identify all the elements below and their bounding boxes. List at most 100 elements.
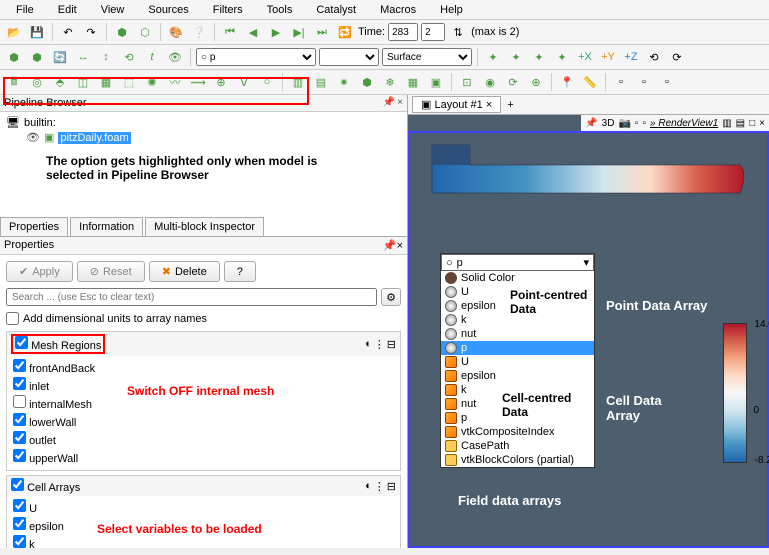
help-button[interactable]: ? <box>224 261 256 282</box>
close-view-icon[interactable]: × <box>759 118 765 129</box>
view-icon[interactable]: ❄ <box>380 72 400 92</box>
palette-icon[interactable]: 🎨 <box>166 22 186 42</box>
misc-icon[interactable]: ▫ <box>634 72 654 92</box>
slice-icon[interactable]: ◫ <box>73 72 93 92</box>
cam-icon[interactable]: ✦ <box>529 47 549 67</box>
region-checkbox[interactable] <box>13 359 26 372</box>
cam-icon[interactable]: ✦ <box>506 47 526 67</box>
color-legend[interactable]: 14.073 0 -8.201 p <box>723 323 747 463</box>
render-view[interactable]: ○ p▾ Solid Color U epsilon k nut p U eps… <box>408 131 769 548</box>
tb2-icon[interactable]: ⟲ <box>119 47 139 67</box>
group-icon[interactable]: ⊕ <box>211 72 231 92</box>
cam-icon[interactable]: ✦ <box>483 47 503 67</box>
ruler-icon[interactable]: 📏 <box>580 72 600 92</box>
loop-icon[interactable]: 🔁 <box>335 22 355 42</box>
connect-icon[interactable]: ⬢ <box>112 22 132 42</box>
menu-macros[interactable]: Macros <box>368 4 428 16</box>
color-array-combo[interactable]: ○ p <box>196 48 316 66</box>
open-icon[interactable]: 📂 <box>4 22 24 42</box>
help-icon[interactable]: ❔ <box>189 22 209 42</box>
glyph-icon[interactable]: ✺ <box>142 72 162 92</box>
extract-icon[interactable]: ⬚ <box>119 72 139 92</box>
color-array-dropdown[interactable]: ○ p▾ Solid Color U epsilon k nut p U eps… <box>440 253 595 468</box>
prev-frame-icon[interactable]: ◀ <box>243 22 263 42</box>
stream-icon[interactable]: 〰 <box>165 72 185 92</box>
sel-icon[interactable]: ⊡ <box>457 72 477 92</box>
region-checkbox[interactable] <box>13 449 26 462</box>
visibility-icon[interactable]: 👁 <box>165 47 185 67</box>
filter-icon[interactable]: ○ <box>257 72 277 92</box>
rot-icon[interactable]: ⟳ <box>667 47 687 67</box>
contour-icon[interactable]: ◎ <box>27 72 47 92</box>
tb2-icon[interactable]: ↕ <box>96 47 116 67</box>
sel-icon[interactable]: ⊕ <box>526 72 546 92</box>
close-icon[interactable]: × <box>397 240 403 252</box>
add-units-checkbox[interactable] <box>6 312 19 325</box>
view-icon[interactable]: ▦ <box>403 72 423 92</box>
add-layout-icon[interactable]: + <box>501 99 519 111</box>
pin-icon[interactable]: 📌 <box>585 118 597 129</box>
disconnect-icon[interactable]: ⬡ <box>135 22 155 42</box>
group-icon[interactable]: ◐ <box>365 338 372 351</box>
region-checkbox[interactable] <box>13 377 26 390</box>
tab-multiblock[interactable]: Multi-block Inspector <box>145 217 264 236</box>
time-spinner-icon[interactable]: ⇅ <box>448 22 468 42</box>
view-icon[interactable]: ▥ <box>288 72 308 92</box>
pin-icon[interactable]: 📌 <box>383 240 397 252</box>
render-icon[interactable]: ▫ <box>642 118 646 129</box>
group-icon[interactable]: ⋮ <box>374 480 385 493</box>
tb2-icon[interactable]: ⬢ <box>27 47 47 67</box>
redo-icon[interactable]: ↷ <box>81 22 101 42</box>
advanced-toggle-icon[interactable]: ⚙ <box>381 288 401 306</box>
render-icon[interactable]: ▫ <box>635 118 639 129</box>
tab-properties[interactable]: Properties <box>0 217 68 236</box>
view-icon[interactable]: ▤ <box>311 72 331 92</box>
view-icon[interactable]: ⬢ <box>357 72 377 92</box>
axis-z-icon[interactable]: +Z <box>621 47 641 67</box>
calc-icon[interactable]: 🖩 <box>4 72 24 92</box>
menu-filters[interactable]: Filters <box>201 4 255 16</box>
visibility-eye-icon[interactable] <box>26 131 40 144</box>
search-input[interactable] <box>6 288 377 306</box>
undo-icon[interactable]: ↶ <box>58 22 78 42</box>
play-icon[interactable]: ▶ <box>266 22 286 42</box>
delete-button[interactable]: ✖Delete <box>149 261 220 282</box>
group-icon[interactable]: ⋮ <box>374 338 385 351</box>
last-frame-icon[interactable]: ⏭ <box>312 22 332 42</box>
mesh-regions-master-checkbox[interactable] <box>15 336 28 349</box>
tb2-icon[interactable]: ↔ <box>73 47 93 67</box>
tb2-icon[interactable]: t <box>142 47 162 67</box>
menu-help[interactable]: Help <box>428 4 475 16</box>
menu-sources[interactable]: Sources <box>136 4 200 16</box>
pin-icon[interactable]: 📌 <box>383 97 395 109</box>
sel-icon[interactable]: ⟳ <box>503 72 523 92</box>
next-frame-icon[interactable]: ▶| <box>289 22 309 42</box>
close-icon[interactable]: × <box>397 97 403 109</box>
tb2-icon[interactable]: ⬢ <box>4 47 24 67</box>
array-checkbox[interactable] <box>13 535 26 548</box>
menu-tools[interactable]: Tools <box>255 4 305 16</box>
cam-icon[interactable]: ✦ <box>552 47 572 67</box>
menu-view[interactable]: View <box>89 4 137 16</box>
apply-button[interactable]: ✔Apply <box>6 261 73 282</box>
camera-icon[interactable]: 📷 <box>618 118 630 129</box>
menu-edit[interactable]: Edit <box>46 4 89 16</box>
rot-icon[interactable]: ⟲ <box>644 47 664 67</box>
maximize-icon[interactable]: □ <box>749 118 755 129</box>
render-3d-toggle[interactable]: 3D <box>602 118 615 129</box>
misc-icon[interactable]: ▫ <box>657 72 677 92</box>
warp-icon[interactable]: ⟿ <box>188 72 208 92</box>
layout-tab[interactable]: ▣ Layout #1 × <box>412 96 501 113</box>
region-checkbox-internal[interactable] <box>13 395 26 408</box>
threshold-icon[interactable]: ▦ <box>96 72 116 92</box>
probe-icon[interactable]: 📍 <box>557 72 577 92</box>
menu-catalyst[interactable]: Catalyst <box>304 4 368 16</box>
axis-x-icon[interactable]: +X <box>575 47 595 67</box>
group-icon[interactable]: ⊟ <box>387 338 396 351</box>
misc-icon[interactable]: ▫ <box>611 72 631 92</box>
clip-icon[interactable]: ⬘ <box>50 72 70 92</box>
view-icon[interactable]: ▣ <box>426 72 446 92</box>
time-step-input[interactable] <box>421 23 445 41</box>
sel-icon[interactable]: ◉ <box>480 72 500 92</box>
array-checkbox[interactable] <box>13 517 26 530</box>
